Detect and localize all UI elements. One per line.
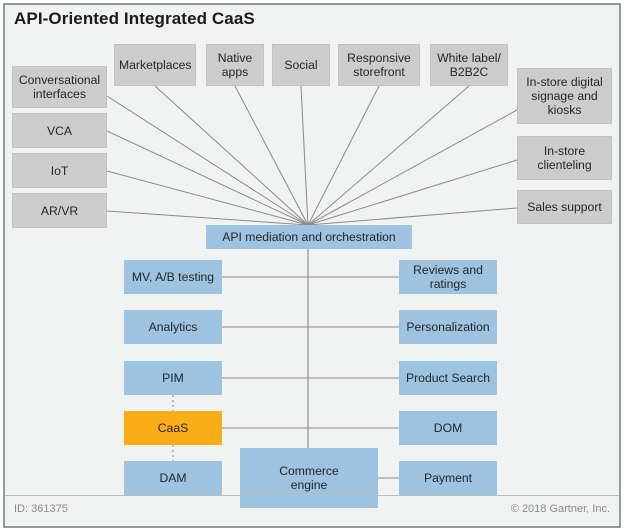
node-label: IoT bbox=[50, 163, 69, 178]
node-label: Responsive storefront bbox=[347, 51, 411, 79]
node-label: PIM bbox=[162, 371, 184, 385]
service-pim[interactable]: PIM bbox=[124, 361, 222, 395]
hub-api-mediation-and-orchestration[interactable]: API mediation and orchestration bbox=[206, 225, 412, 249]
service-payment[interactable]: Payment bbox=[399, 461, 497, 495]
touchpoint-vca[interactable]: VCA bbox=[12, 113, 107, 148]
touchpoint-white-label-b2b2c[interactable]: White label/B2B2C bbox=[430, 44, 508, 86]
diagram-figure: API-Oriented Integrated CaaS Marketplace… bbox=[0, 0, 624, 531]
node-label: White label/B2B2C bbox=[437, 51, 501, 79]
node-label: Payment bbox=[423, 471, 473, 485]
touchpoint-social[interactable]: Social bbox=[272, 44, 330, 86]
service-mv-a-b-testing[interactable]: MV, A/B testing bbox=[124, 260, 222, 294]
node-label: API mediation and orchestration bbox=[222, 230, 396, 244]
node-label: DOM bbox=[433, 421, 463, 435]
service-reviews-and-ratings[interactable]: Reviews and ratings bbox=[399, 260, 497, 294]
node-label: Conversational interfaces bbox=[18, 73, 101, 101]
node-label: Reviews and ratings bbox=[413, 263, 483, 291]
service-dam[interactable]: DAM bbox=[124, 461, 222, 495]
node-label: Analytics bbox=[148, 320, 198, 334]
node-label: Native apps bbox=[217, 51, 253, 79]
node-label: In-store digital signage and kiosks bbox=[526, 75, 603, 117]
touchpoint-sales-support[interactable]: Sales support bbox=[517, 190, 612, 224]
touchpoint-in-store-digital-signage-and-kiosks[interactable]: In-store digital signage and kiosks bbox=[517, 68, 612, 124]
touchpoint-responsive-storefront[interactable]: Responsive storefront bbox=[338, 44, 420, 86]
node-label: In-store clienteling bbox=[537, 144, 592, 172]
node-label: Commerce engine bbox=[279, 464, 339, 492]
touchpoint-iot[interactable]: IoT bbox=[12, 153, 107, 188]
node-label: Product Search bbox=[405, 371, 490, 385]
service-analytics[interactable]: Analytics bbox=[124, 310, 222, 344]
node-label: DAM bbox=[159, 471, 187, 485]
node-label: Sales support bbox=[527, 200, 602, 214]
page-title: API-Oriented Integrated CaaS bbox=[14, 9, 255, 28]
node-label: VCA bbox=[46, 123, 73, 138]
service-caas[interactable]: CaaS bbox=[124, 411, 222, 445]
touchpoint-ar-vr[interactable]: AR/VR bbox=[12, 193, 107, 228]
node-label: Social bbox=[284, 58, 318, 72]
touchpoint-native-apps[interactable]: Native apps bbox=[206, 44, 264, 86]
touchpoint-in-store-clienteling[interactable]: In-store clienteling bbox=[517, 136, 612, 180]
node-label: CaaS bbox=[157, 421, 189, 435]
service-dom[interactable]: DOM bbox=[399, 411, 497, 445]
node-label: MV, A/B testing bbox=[131, 270, 215, 284]
touchpoint-marketplaces[interactable]: Marketplaces bbox=[114, 44, 196, 86]
service-product-search[interactable]: Product Search bbox=[399, 361, 497, 395]
node-label: AR/VR bbox=[40, 203, 79, 218]
node-label: Personalization bbox=[406, 320, 490, 334]
footer-divider bbox=[5, 495, 619, 496]
figure-id: ID: 361375 bbox=[14, 503, 68, 515]
copyright-notice: © 2018 Gartner, Inc. bbox=[510, 503, 610, 515]
touchpoint-conversational-interfaces[interactable]: Conversational interfaces bbox=[12, 66, 107, 108]
core-commerce-engine[interactable]: Commerce engine bbox=[240, 448, 378, 508]
service-personalization[interactable]: Personalization bbox=[399, 310, 497, 344]
node-label: Marketplaces bbox=[119, 58, 192, 72]
